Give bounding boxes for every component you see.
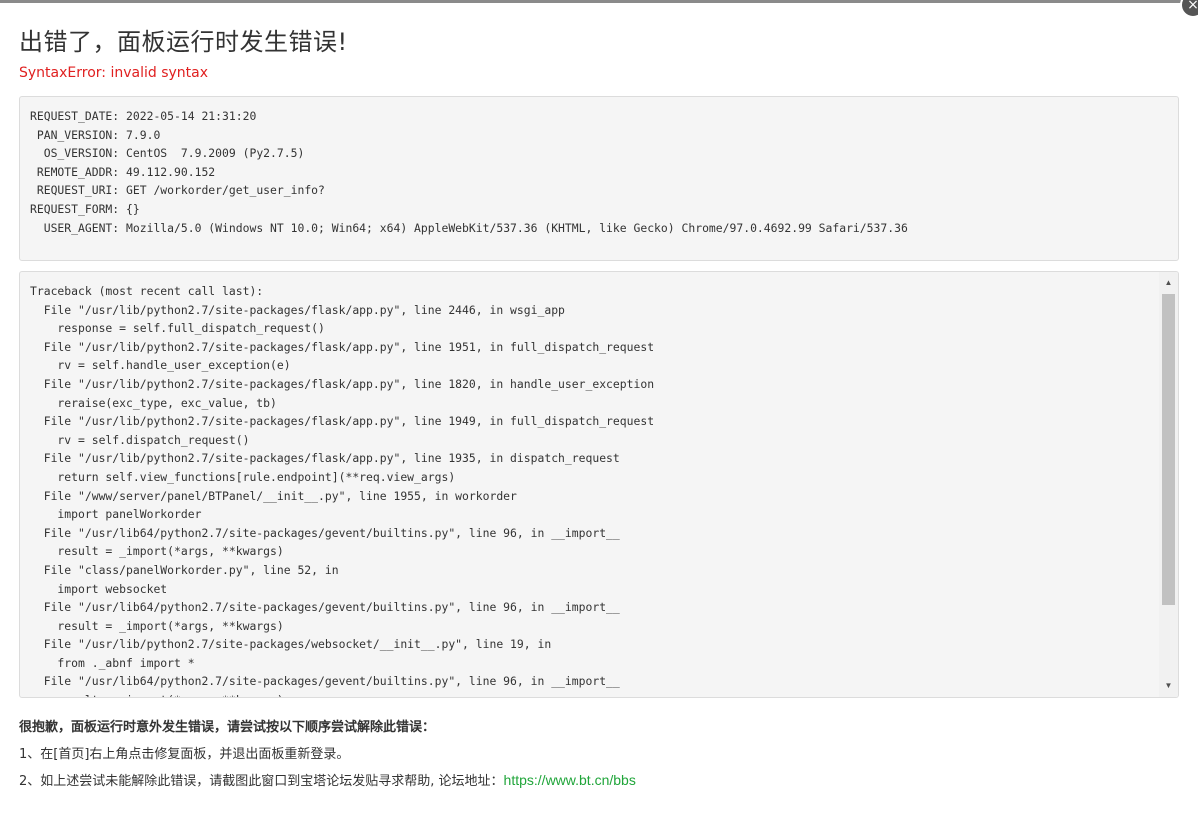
traceback-line: File "/usr/lib/python2.7/site-packages/w… — [30, 637, 552, 652]
traceback-line: File "/usr/lib/python2.7/site-packages/f… — [30, 302, 565, 317]
traceback-line: File "/usr/lib/python2.7/site-packages/f… — [30, 451, 620, 466]
request-info-separator: : — [112, 146, 127, 161]
request-info-value: 49.112.90.152 — [126, 164, 216, 179]
request-info-key: REQUEST_URI — [30, 183, 113, 198]
traceback-line: return self.view_functions[rule.endpoint… — [30, 469, 456, 484]
request-info-value: 2022-05-14 21:31:20 — [126, 109, 257, 123]
request-info-value: GET /workorder/get_user_info? — [126, 183, 325, 198]
forum-link[interactable]: https://www.bt.cn/bbs — [504, 772, 636, 788]
request-info-row: REQUEST_FORM: {} — [30, 200, 1168, 219]
request-info-row: OS_VERSION: CentOS 7.9.2009 (Py2.7.5) — [30, 144, 1168, 163]
request-info-value: {} — [126, 201, 140, 216]
request-info-value: CentOS 7.9.2009 (Py2.7.5) — [126, 146, 305, 161]
traceback-line: File "/usr/lib64/python2.7/site-packages… — [30, 674, 620, 689]
request-info-separator: : — [112, 164, 127, 179]
request-info-separator: : — [112, 109, 127, 123]
request-info-key: REMOTE_ADDR — [30, 164, 113, 179]
traceback-line: File "/usr/lib/python2.7/site-packages/f… — [30, 339, 655, 354]
traceback-line: result = _import(*args, **kwargs) — [30, 691, 1150, 697]
traceback-scrollbar[interactable]: ▲ ▼ — [1159, 272, 1178, 697]
request-info-row: REQUEST_DATE: 2022-05-14 21:31:20 — [30, 107, 1168, 126]
traceback-line: import panelWorkorder — [30, 507, 202, 522]
help-section: 很抱歉，面板运行时意外发生错误，请尝试按以下顺序尝试解除此错误： 1、在[首页]… — [19, 716, 636, 797]
request-info-key: REQUEST_FORM — [30, 201, 113, 216]
traceback-line: File "/usr/lib64/python2.7/site-packages… — [30, 600, 620, 615]
request-info-row: REMOTE_ADDR: 49.112.90.152 — [30, 163, 1168, 182]
traceback-line: result = _import(*args, **kwargs) — [30, 618, 284, 633]
close-icon[interactable]: × — [1180, 0, 1198, 18]
request-info-separator: : — [112, 127, 127, 142]
request-info-key: OS_VERSION — [30, 146, 113, 161]
traceback-line: reraise(exc_type, exc_value, tb) — [30, 395, 277, 410]
traceback-line: File "class/panelWorkorder.py", line 52,… — [30, 562, 339, 577]
request-info-value: Mozilla/5.0 (Windows NT 10.0; Win64; x64… — [126, 220, 908, 235]
traceback-box[interactable]: Traceback (most recent call last): File … — [19, 271, 1179, 698]
scroll-down-arrow-icon[interactable]: ▼ — [1159, 677, 1178, 695]
help-step-2: 2、如上述尝试未能解除此错误，请截图此窗口到宝塔论坛发贴寻求帮助, 论坛地址：h… — [19, 770, 636, 789]
traceback-line: File "/usr/lib/python2.7/site-packages/f… — [30, 414, 655, 429]
traceback-line: rv = self.dispatch_request() — [30, 432, 250, 447]
request-info-row: PAN_VERSION: 7.9.0 — [30, 126, 1168, 145]
traceback-content: Traceback (most recent call last): File … — [30, 282, 1150, 697]
help-heading: 很抱歉，面板运行时意外发生错误，请尝试按以下顺序尝试解除此错误： — [19, 720, 436, 735]
help-step-2-text: 2、如上述尝试未能解除此错误，请截图此窗口到宝塔论坛发贴寻求帮助, 论坛地址： — [19, 774, 504, 789]
window-top-bar — [0, 0, 1198, 3]
help-step-1: 1、在[首页]右上角点击修复面板，并退出面板重新登录。 — [19, 747, 350, 762]
request-info-key: PAN_VERSION — [30, 127, 113, 142]
page-title: 出错了，面板运行时发生错误! — [19, 28, 348, 56]
request-info-key: REQUEST_DATE — [30, 109, 113, 123]
scroll-up-arrow-icon[interactable]: ▲ — [1159, 274, 1178, 292]
request-info-separator: : — [112, 220, 127, 235]
traceback-line: File "/www/server/panel/BTPanel/__init__… — [30, 488, 517, 503]
traceback-line: File "/usr/lib64/python2.7/site-packages… — [30, 525, 620, 540]
request-info-key: USER_AGENT — [30, 220, 113, 235]
request-info-separator: : — [112, 201, 127, 216]
request-info-row: REQUEST_URI: GET /workorder/get_user_inf… — [30, 181, 1168, 200]
request-info-value: 7.9.0 — [126, 127, 161, 142]
request-info-box: REQUEST_DATE: 2022-05-14 21:31:20 PAN_VE… — [19, 96, 1179, 261]
traceback-line: result = _import(*args, **kwargs) — [30, 544, 284, 559]
traceback-line: from ._abnf import * — [30, 655, 195, 670]
traceback-line: rv = self.handle_user_exception(e) — [30, 358, 291, 373]
scrollbar-thumb[interactable] — [1162, 294, 1175, 605]
traceback-line: Traceback (most recent call last): — [30, 284, 264, 298]
traceback-line: response = self.full_dispatch_request() — [30, 321, 325, 336]
traceback-line: File "/usr/lib/python2.7/site-packages/f… — [30, 376, 655, 391]
request-info-separator: : — [112, 183, 127, 198]
request-info-row: USER_AGENT: Mozilla/5.0 (Windows NT 10.0… — [30, 219, 1168, 238]
error-message: SyntaxError: invalid syntax — [19, 65, 208, 81]
traceback-line: import websocket — [30, 581, 168, 596]
